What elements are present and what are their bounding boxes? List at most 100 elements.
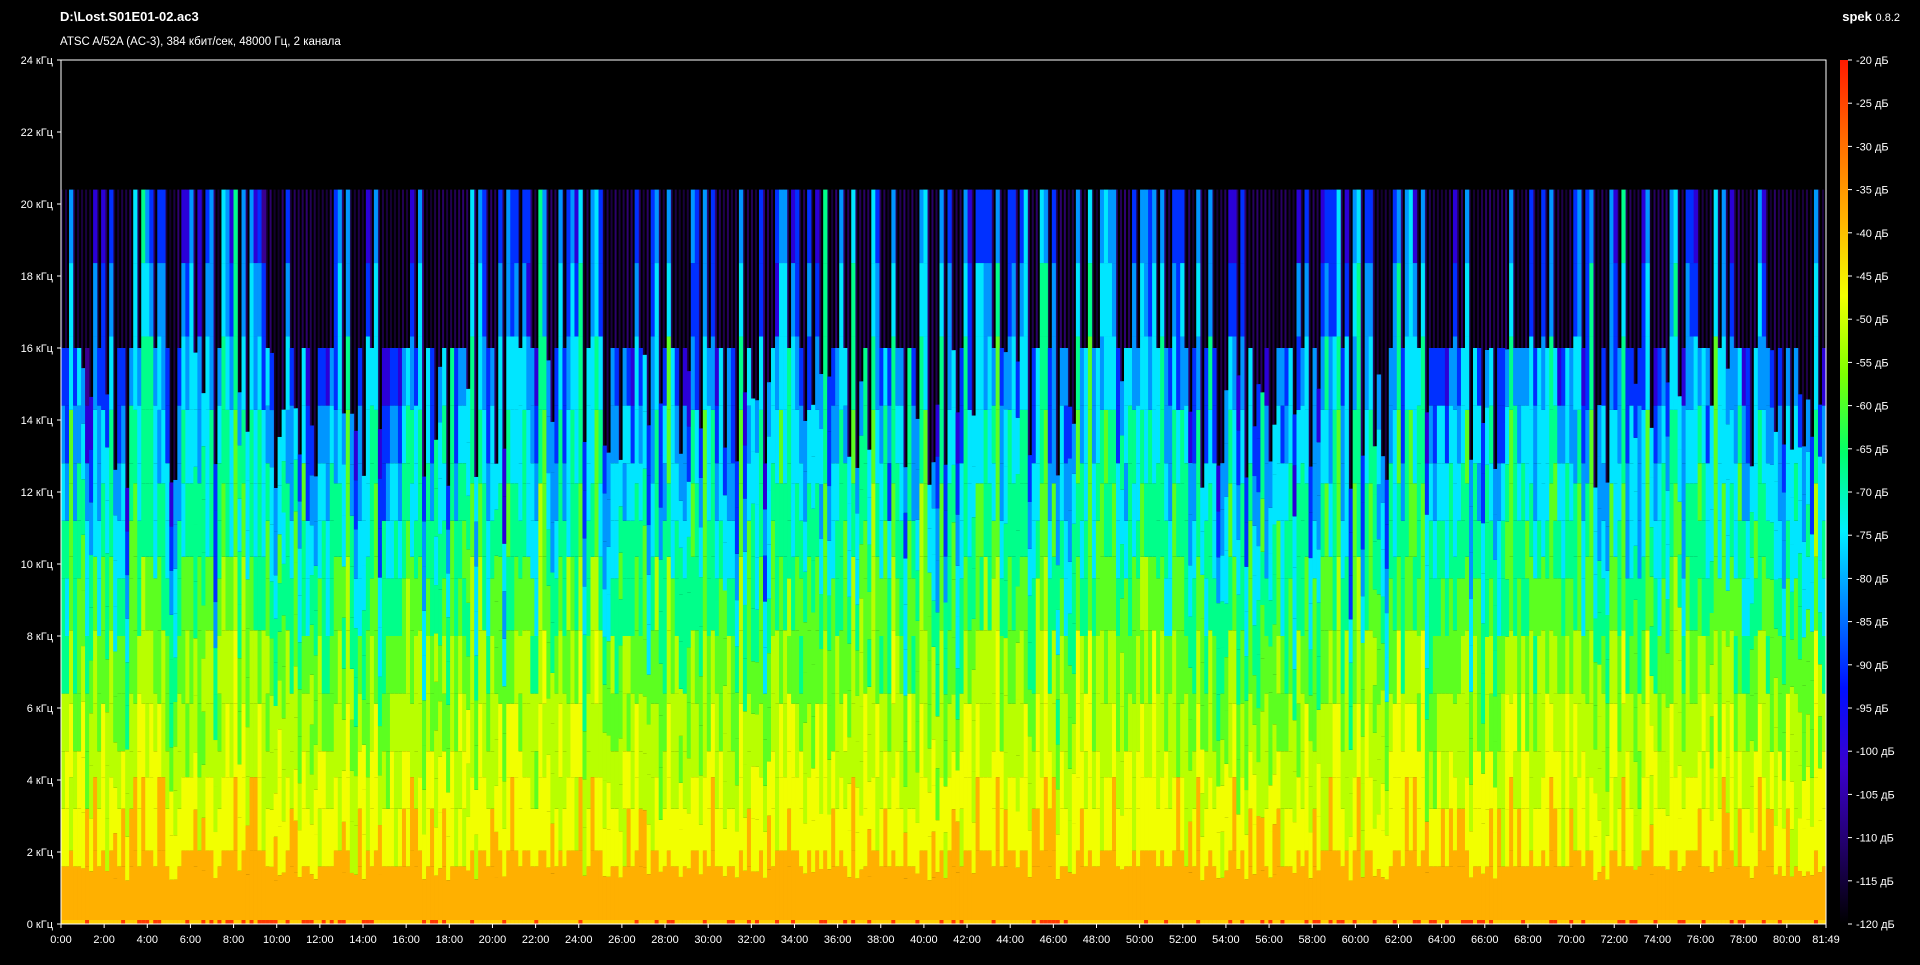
spectrogram-cell [1091, 808, 1097, 867]
spectrogram-spike [843, 189, 846, 348]
spectrogram-spike [1071, 189, 1074, 424]
spectrogram-spike [734, 189, 737, 462]
spectrogram-cell [237, 711, 242, 765]
spectrogram-cell [1236, 485, 1241, 540]
spectrogram-cell [1581, 866, 1586, 924]
spectrogram-cell [923, 189, 928, 264]
spectrogram-cell [943, 510, 948, 557]
spectrogram-cell [165, 808, 170, 867]
spectrogram-base [1505, 920, 1510, 924]
spectrogram-cell [815, 703, 820, 778]
spectrogram-cell [1228, 336, 1233, 410]
spectrogram-cell [1180, 556, 1185, 631]
spectrogram-cell [1067, 820, 1073, 873]
spectrogram-cell [594, 630, 599, 704]
spectrogram-column [498, 189, 503, 924]
spectrogram-cell [1416, 348, 1422, 406]
spectrogram-cell [1464, 556, 1470, 631]
spectrogram-cell [1573, 777, 1578, 851]
spectrogram-cell [1204, 693, 1209, 752]
spectrogram-cell [153, 636, 158, 694]
spectrogram-base [1031, 920, 1037, 924]
spectrogram-cell [1505, 406, 1510, 465]
spectrogram-cell [201, 711, 206, 765]
spectrogram-cell [626, 751, 632, 809]
spectrogram-cell [1180, 703, 1185, 778]
spectrogram-cell [157, 483, 162, 557]
spectrogram-cell [606, 876, 611, 924]
spectrogram-cell [1396, 409, 1402, 484]
spectrogram-cell [1521, 866, 1526, 924]
spectrogram-spike [911, 189, 914, 348]
spectrogram-cell [726, 693, 732, 752]
spectrogram-cell [1388, 520, 1394, 579]
spectrogram-cell [369, 463, 375, 521]
spectrogram-cell [730, 751, 736, 809]
spectrogram-spike [1521, 189, 1524, 348]
spectrogram-cell [746, 520, 752, 579]
spectrogram-cell [835, 636, 840, 694]
spectrogram-cell [1585, 630, 1590, 704]
spectrogram-cell [626, 405, 632, 464]
spectrogram-cell [1348, 488, 1354, 533]
spectrogram-column [710, 189, 716, 924]
spectrogram-cell [165, 520, 170, 579]
spectrogram-cell [381, 751, 387, 809]
spectrogram-cell [77, 636, 82, 694]
spectrogram-cell [742, 551, 748, 605]
spectrogram-cell [101, 850, 106, 924]
spectrogram-cell [1107, 483, 1113, 557]
spectrogram-base [285, 920, 291, 924]
spectrogram-cell [923, 703, 928, 778]
spectrogram-cell [682, 636, 688, 694]
spectrogram-cell [385, 463, 391, 521]
spectrogram-cell [1589, 630, 1594, 704]
spectrogram-cell [1284, 751, 1289, 809]
spectrogram-cell [281, 821, 287, 873]
spectrogram-cell [405, 808, 411, 867]
spectrogram-cell [1436, 636, 1442, 694]
spectrogram-spike [1055, 189, 1058, 476]
spectrogram-cell [947, 703, 952, 778]
spectrogram-cell [1541, 556, 1546, 631]
spectrogram-cell [77, 693, 82, 752]
spectrogram-cell [1208, 556, 1213, 631]
spectrogram-base [325, 920, 331, 924]
spectrogram-cell [1180, 336, 1185, 410]
spectrogram-spike [546, 189, 549, 361]
spectrogram-cell [1007, 556, 1013, 631]
spectrogram-cell [125, 705, 130, 750]
spectrogram-cell [81, 868, 86, 924]
spectrogram-cell [754, 400, 760, 453]
spectrogram-base [349, 920, 355, 924]
spectrogram-cell [546, 529, 551, 586]
spectrogram-cell [943, 694, 948, 741]
spectrogram-cell [113, 560, 118, 607]
spectrogram-cell [454, 348, 459, 406]
spectrogram-cell [1264, 348, 1269, 406]
spectrogram-cell [787, 348, 792, 406]
spectrogram-cell [582, 682, 587, 732]
spectrogram-cell [871, 336, 876, 410]
spectrogram-cell [1308, 741, 1313, 787]
spectrogram-cell [582, 779, 587, 828]
spectrogram-base [1268, 920, 1273, 924]
spectrogram-cell [1288, 636, 1293, 694]
spectrogram-cell [1103, 263, 1109, 337]
spectrogram-cell [1288, 578, 1293, 636]
spectrogram-cell [1352, 336, 1358, 410]
spectrogram-cell [1565, 866, 1570, 924]
spectrogram-cell [233, 777, 238, 851]
spectrogram-spike [1188, 189, 1191, 412]
spectrogram-cell [1593, 531, 1598, 575]
spectrogram-cell [1248, 693, 1253, 752]
spectrogram-cell [722, 638, 728, 686]
spectrogram-cell [558, 703, 563, 778]
spectrogram-cell [1312, 693, 1317, 752]
spectrogram-cell [458, 751, 463, 809]
spectrogram-base [1553, 920, 1558, 924]
spectrogram-cell [265, 405, 270, 464]
spectrogram-cell [301, 405, 307, 464]
spectrogram-cell [955, 668, 960, 720]
spectrogram-cell [397, 405, 403, 464]
